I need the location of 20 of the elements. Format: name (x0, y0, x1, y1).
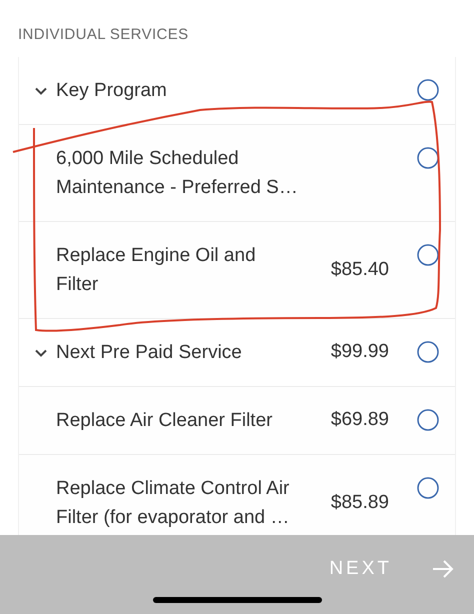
section-title: INDIVIDUAL SERVICES (18, 26, 189, 43)
service-price: $85.89 (330, 490, 389, 515)
service-price: $99.99 (330, 340, 389, 364)
chevron-icon[interactable] (35, 87, 47, 95)
service-name: Replace Engine Oil and Filter (56, 244, 257, 297)
service-price: $85.40 (330, 258, 389, 282)
service-name: Next Pre Paid Service (56, 341, 243, 365)
radio-button[interactable] (417, 79, 439, 101)
service-name: Replace Climate Control Air Filter (for evaporator and … (56, 477, 290, 530)
radio-button[interactable] (417, 147, 439, 169)
arrow-right-icon (432, 560, 454, 578)
radio-button[interactable] (417, 341, 439, 363)
service-name: 6,000 Mile Scheduled Maintenance - Preferred S… (56, 147, 299, 200)
service-price: $69.89 (330, 408, 389, 432)
radio-button[interactable] (417, 409, 439, 431)
service-name: Key Program (56, 79, 168, 103)
radio-button[interactable] (417, 244, 439, 266)
chevron-icon[interactable] (35, 349, 47, 357)
radio-button[interactable] (417, 477, 439, 499)
service-name: Replace Air Cleaner Filter (56, 409, 274, 433)
